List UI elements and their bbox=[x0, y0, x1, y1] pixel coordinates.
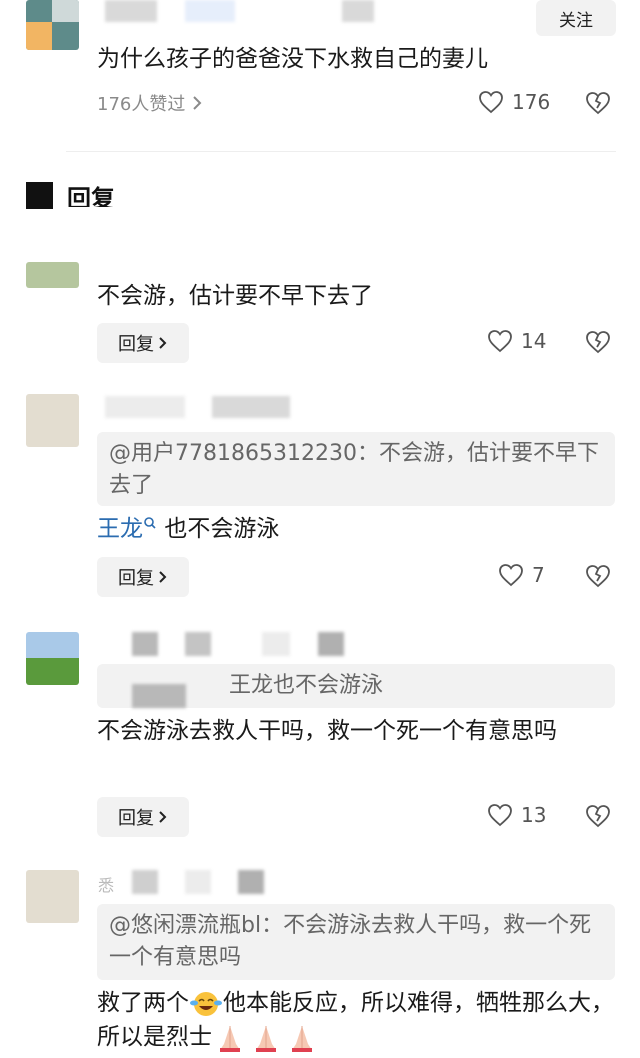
praying-hands-emoji bbox=[292, 1025, 312, 1052]
like-button[interactable]: 176 bbox=[478, 90, 550, 114]
search-icon bbox=[144, 517, 156, 529]
heart-icon bbox=[488, 330, 512, 353]
username-blur bbox=[185, 0, 235, 22]
like-button[interactable]: 7 bbox=[498, 563, 545, 587]
comment-body: 也不会游泳 bbox=[164, 516, 280, 542]
reply-button[interactable]: 回复 bbox=[97, 323, 189, 363]
username-blur bbox=[105, 396, 185, 418]
like-count: 176 bbox=[512, 90, 551, 114]
like-count: 7 bbox=[532, 563, 545, 587]
chevron-right-icon bbox=[159, 571, 167, 583]
username-blur bbox=[238, 870, 264, 894]
broken-heart-icon[interactable] bbox=[585, 329, 611, 355]
comment-text: 王龙 也不会游泳 bbox=[97, 512, 279, 546]
comment-text: 救了两个 他本能反应，所以难得，牺牲那么大，所以是烈士 bbox=[97, 986, 617, 1054]
section-title: 回复 bbox=[67, 184, 115, 207]
username-blur bbox=[185, 870, 211, 894]
like-count: 13 bbox=[521, 803, 547, 827]
chevron-right-icon bbox=[159, 811, 167, 823]
section-marker bbox=[26, 182, 53, 209]
username-blur bbox=[132, 632, 158, 656]
avatar[interactable] bbox=[26, 870, 79, 923]
quoted-avatar-blur bbox=[132, 684, 186, 708]
chevron-right-icon bbox=[193, 96, 202, 110]
like-count: 14 bbox=[521, 329, 547, 353]
follow-button[interactable]: 关注 bbox=[536, 0, 616, 36]
username-blur bbox=[132, 870, 158, 894]
broken-heart-icon[interactable] bbox=[585, 563, 611, 589]
post-title: 为什么孩子的爸爸没下水救自己的妻儿 bbox=[97, 46, 488, 72]
quoted-comment: @用户7781865312230：不会游，估计要不早下去了 bbox=[97, 432, 615, 506]
divider bbox=[66, 151, 616, 152]
replies-section-header: 回复 bbox=[26, 182, 115, 209]
likes-summary-link[interactable]: 176人赞过 bbox=[97, 90, 203, 116]
username-blur bbox=[342, 0, 374, 22]
reply-label: 回复 bbox=[118, 334, 154, 355]
reply-label: 回复 bbox=[118, 568, 154, 589]
reply-label: 回复 bbox=[118, 808, 154, 829]
avatar[interactable] bbox=[26, 0, 79, 50]
praying-hands-emoji bbox=[220, 1025, 240, 1052]
avatar[interactable] bbox=[26, 262, 79, 288]
quoted-text: 王龙也不会游泳 bbox=[229, 673, 384, 698]
username-blur bbox=[262, 632, 290, 656]
avatar[interactable] bbox=[26, 394, 79, 447]
broken-heart-icon[interactable] bbox=[585, 90, 611, 116]
mention-link[interactable]: 王龙 bbox=[97, 516, 143, 542]
comment-body-start: 救了两个 bbox=[97, 990, 189, 1016]
username-blur bbox=[105, 0, 157, 22]
comment-text: 不会游泳去救人干吗，救一个死一个有意思吗 bbox=[97, 718, 557, 744]
like-button[interactable]: 14 bbox=[487, 329, 546, 353]
avatar[interactable] bbox=[26, 632, 79, 685]
reply-button[interactable]: 回复 bbox=[97, 797, 189, 837]
username-blur bbox=[212, 396, 290, 418]
laughing-crying-emoji bbox=[190, 991, 222, 1016]
username-blur bbox=[318, 632, 344, 656]
heart-icon bbox=[499, 564, 523, 587]
heart-icon bbox=[488, 804, 512, 827]
heart-icon bbox=[479, 91, 503, 114]
chevron-right-icon bbox=[159, 337, 167, 349]
username-fragment: 悉 bbox=[98, 876, 115, 895]
username-blur bbox=[185, 632, 211, 656]
like-button[interactable]: 13 bbox=[487, 803, 546, 827]
likes-summary-label: 176人赞过 bbox=[97, 94, 186, 115]
quoted-comment: @悠闲漂流瓶bl：不会游泳去救人干吗，救一个死一个有意思吗 bbox=[97, 904, 615, 980]
reply-button[interactable]: 回复 bbox=[97, 557, 189, 597]
praying-hands-emoji bbox=[256, 1025, 276, 1052]
broken-heart-icon[interactable] bbox=[585, 803, 611, 829]
comment-text: 不会游，估计要不早下去了 bbox=[97, 283, 373, 309]
